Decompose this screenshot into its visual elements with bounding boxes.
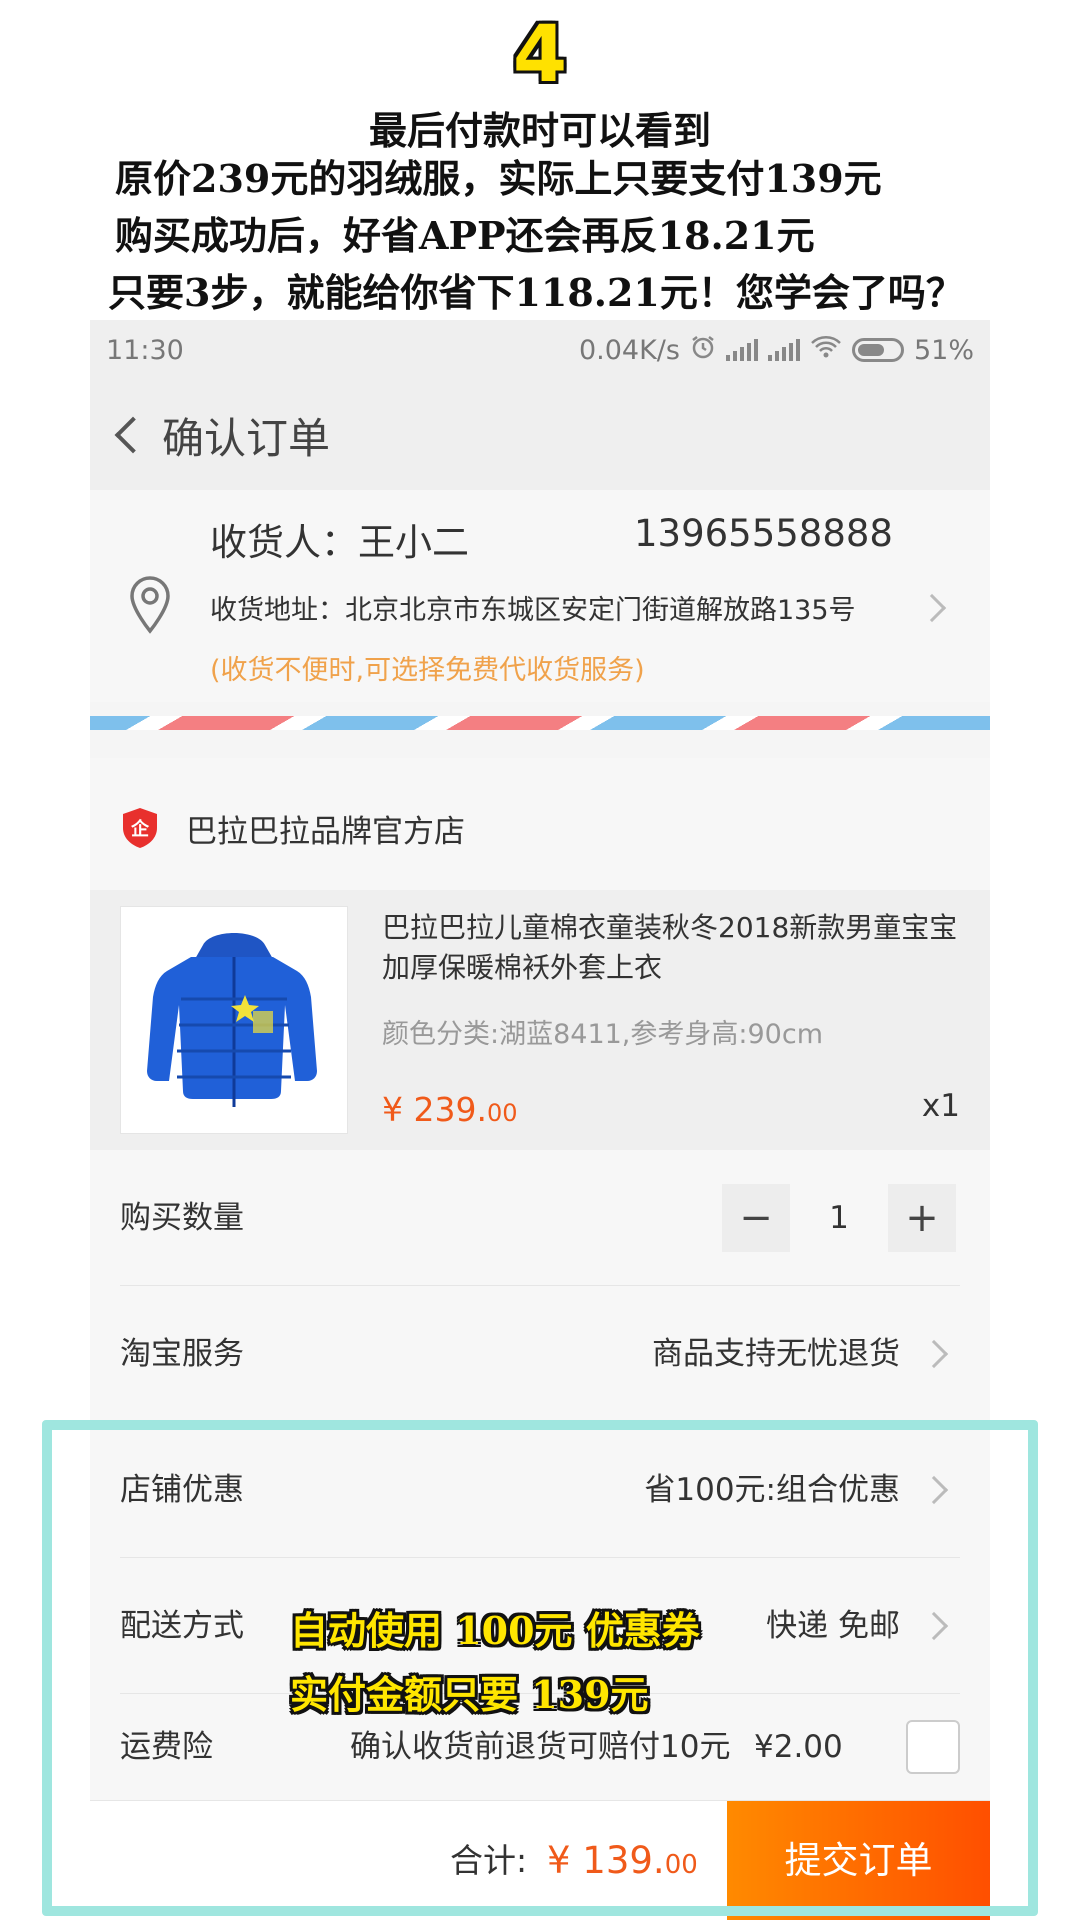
chevron-right-icon [919,1339,949,1369]
signal-icon-2 [767,339,800,361]
service-row[interactable]: 淘宝服务 商品支持无忧退货 [90,1286,990,1422]
caption-line-3: 购买成功后，好省APP还会再反18.21元 [115,213,815,258]
back-button[interactable] [98,380,158,490]
status-bar: 11:30 0.04K/s 51% [90,320,990,380]
receiver-address: 收货地址：北京北京市东城区安定门街道解放路135号 [210,595,856,626]
discount-value: 省100元:组合优惠 [644,1472,900,1508]
overlay-text-payment: 实付金额只要 139元 [290,1672,649,1717]
store-header[interactable]: 企 巴拉巴拉品牌官方店 [90,758,990,890]
status-time: 11:30 [106,334,184,366]
total-amount: ¥ 139.00 [547,1839,698,1882]
increment-button[interactable]: + [888,1184,956,1252]
receiver-name: 收货人：王小二 [210,521,469,564]
chevron-right-icon [917,593,947,623]
product-price: ¥ 239.00 [382,1090,518,1129]
battery-icon [851,338,904,362]
insurance-price: ¥2.00 [754,1729,843,1765]
wifi-icon [810,335,842,366]
product-image [120,906,348,1134]
store-discount-row[interactable]: 店铺优惠 省100元:组合优惠 [90,1422,990,1558]
product-spec: 颜色分类:湖蓝8411,参考身高:90cm [382,1019,823,1050]
alarm-icon [690,334,716,367]
quantity-stepper: − 1 + [722,1184,956,1252]
page-title: 确认订单 [162,413,331,463]
service-label: 淘宝服务 [120,1336,244,1372]
caption-line-4: 只要3步，就能给你省下118.21元！您学会了吗？ [108,270,964,315]
decrement-button[interactable]: − [722,1184,790,1252]
caption-line-1: 最后付款时可以看到 [368,108,711,153]
jacket-image [147,933,317,1107]
service-value: 商品支持无忧退货 [652,1336,900,1372]
step-number: 4 [512,10,568,100]
location-pin-icon [130,576,170,634]
caption-line-2: 原价239元的羽绒服，实际上只要支付139元 [115,156,882,201]
total-label: 合计: [450,1841,528,1880]
signal-icon [725,339,758,361]
address-card[interactable]: 收货人：王小二 13965558888 收货地址：北京北京市东城区安定门街道解放… [90,490,990,702]
quantity-value[interactable]: 1 [790,1200,888,1236]
quantity-label: 购买数量 [120,1200,244,1236]
enterprise-badge-icon: 企 [123,808,157,848]
network-speed: 0.04K/s [578,334,680,366]
product-item[interactable]: 巴拉巴拉儿童棉衣童装秋冬2018新款男童宝宝加厚保暖棉袄外套上衣 颜色分类:湖蓝… [90,890,990,1150]
airmail-stripe-divider [90,716,990,730]
receiver-phone: 13965558888 [634,512,893,555]
insurance-checkbox[interactable] [906,1720,960,1774]
discount-label: 店铺优惠 [120,1472,244,1508]
chevron-left-icon [114,416,152,454]
shipping-label: 配送方式 [120,1608,244,1644]
quantity-row: 购买数量 − 1 + [90,1150,990,1286]
insurance-label: 运费险 [120,1729,213,1765]
chevron-right-icon [919,1475,949,1505]
product-title: 巴拉巴拉儿童棉衣童装秋冬2018新款男童宝宝加厚保暖棉袄外套上衣 [382,911,958,984]
submit-order-button[interactable]: 提交订单 [727,1801,990,1920]
store-name: 巴拉巴拉品牌官方店 [186,814,465,850]
battery-level: 51% [913,334,974,366]
delivery-hint[interactable]: (收货不便时,可选择免费代收货服务) [210,648,645,687]
product-quantity: x1 [921,1088,960,1124]
checkout-bar: 合计: ¥ 139.00 提交订单 [90,1800,990,1920]
svg-text:企: 企 [130,818,150,840]
shipping-value: 快递 免邮 [766,1608,900,1644]
caption: 4 最后付款时可以看到 原价239元的羽绒服，实际上只要支付139元 购买成功后… [0,0,1080,315]
chevron-right-icon [919,1611,949,1641]
nav-bar: 确认订单 [90,380,990,490]
overlay-text-coupon: 自动使用 100元 优惠券 [290,1608,700,1653]
